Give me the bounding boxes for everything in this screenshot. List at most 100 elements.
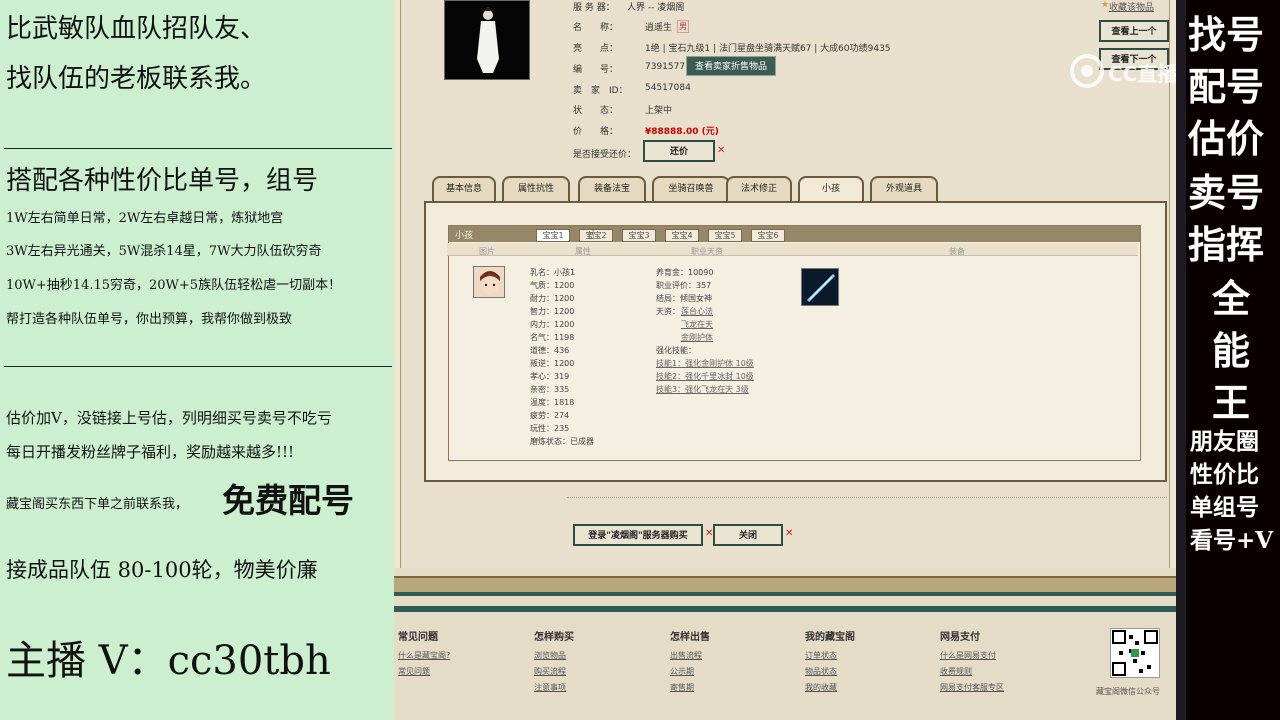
- right-text-4: 卖号: [1188, 170, 1265, 215]
- footer-stripe: [394, 606, 1176, 612]
- talent-gift-2[interactable]: 飞龙在天: [681, 319, 713, 330]
- attr-training-status: 磨炼状态：已成器: [530, 437, 594, 446]
- tab-spells[interactable]: 法术修正: [726, 176, 792, 201]
- subtab-baby-4[interactable]: 宝宝4: [665, 229, 699, 242]
- price-label: 价 格：: [573, 127, 619, 137]
- subtab-baby-3[interactable]: 宝宝3: [622, 229, 656, 242]
- footer-link[interactable]: 出售流程: [670, 650, 702, 661]
- footer-col3-title: 怎样出售: [670, 632, 710, 643]
- promo-line-6: 10W+抽秒14.15穷奇，20W+5族队伍轻松虐一切副本！: [6, 278, 342, 293]
- attr-playfulness: 玩性：235: [530, 424, 570, 433]
- right-text-6: 全: [1212, 276, 1251, 321]
- promo-line-7: 帮打造各种队伍单号，你出预算，我帮你做到极致: [6, 312, 293, 327]
- attr-filial: 孝心：319: [530, 372, 570, 381]
- qr-caption: 藏宝阁微信公众号: [1096, 687, 1160, 696]
- treasure-pavilion-page: 服 务 器： 人界 -- 凌烟阁 名 称： 逍遥生 男 亮 点： 1绝 | 宝石…: [394, 0, 1176, 720]
- subtab-baby-2[interactable]: 宝宝2: [579, 229, 613, 242]
- right-text-11: 单组号: [1190, 494, 1259, 521]
- child-section-title: 小孩: [455, 231, 474, 241]
- footer-link[interactable]: 注意事项: [534, 682, 566, 693]
- promo-line-10: 藏宝阁买东西下单之前联系我，: [6, 497, 189, 512]
- view-seller-items-button[interactable]: 查看卖家折售物品: [686, 56, 776, 76]
- footer-col2-title: 怎样购买: [534, 632, 574, 643]
- footer-link[interactable]: 什么是网易支付: [940, 650, 996, 661]
- character-figure-icon: [477, 7, 499, 73]
- attr-inner-power: 内力：1200: [530, 320, 575, 329]
- right-promo-panel: 找号 配号 估价 卖号 指挥 全 能 王 朋友圈 性价比 单组号 看号+V: [1176, 0, 1280, 720]
- equipment-slot[interactable]: [801, 268, 839, 306]
- footer-col1-title: 常见问题: [398, 632, 438, 643]
- attr-intimacy: 亲密：335: [530, 385, 570, 394]
- tab-equipment[interactable]: 装备法宝: [578, 176, 646, 201]
- footer-link[interactable]: 寄售期: [670, 682, 694, 693]
- divider: [4, 366, 392, 367]
- cc-watermark: CC直播: [1070, 54, 1176, 88]
- footer-link[interactable]: 物品状态: [805, 666, 837, 677]
- talent-ending: 结局：倾国女神: [656, 294, 712, 303]
- child-face-icon: [474, 267, 504, 297]
- favorite-link[interactable]: 收藏该物品: [1109, 0, 1154, 13]
- footer-link[interactable]: 常见问题: [398, 666, 430, 677]
- talent-skill-label: 强化技能：: [656, 346, 696, 355]
- tab-attributes[interactable]: 属性抗性: [502, 176, 570, 201]
- server-label: 服 务 器：: [573, 3, 615, 13]
- right-text-10: 性价比: [1190, 461, 1259, 488]
- site-footer: 常见问题 什么是藏宝阁? 常见问题 怎样购买 浏览物品 购买流程 注意事项 怎样…: [394, 568, 1176, 720]
- subtab-baby-1[interactable]: 宝宝1: [536, 229, 570, 242]
- tab-mounts-pets[interactable]: 坐骑召唤兽: [652, 176, 730, 201]
- sword-icon: [806, 273, 836, 303]
- login-purchase-button[interactable]: 登录"凌烟阁"服务器购买: [573, 524, 703, 546]
- close-button[interactable]: 关闭: [713, 524, 783, 546]
- bargain-button[interactable]: 还价: [643, 140, 715, 162]
- tab-appearance[interactable]: 外观道具: [870, 176, 938, 201]
- subtab-baby-6[interactable]: 宝宝6: [751, 229, 785, 242]
- right-text-2: 配号: [1188, 64, 1265, 109]
- talent-skill-3[interactable]: 技能3：强化飞龙在天 3级: [656, 384, 749, 395]
- child-avatar: [473, 266, 505, 298]
- promo-line-3: 搭配各种性价比单号，组号: [6, 166, 319, 196]
- promo-line-4: 1W左右简单日常，2W左右卓越日常，炼狱地宫: [6, 211, 284, 226]
- footer-link[interactable]: 公示期: [670, 666, 694, 677]
- footer-link[interactable]: 订单状态: [805, 650, 837, 661]
- talent-gift-1[interactable]: 莲台心法: [681, 306, 713, 317]
- attr-morality: 道德：436: [530, 346, 570, 355]
- subtab-baby-5[interactable]: 宝宝5: [708, 229, 742, 242]
- talent-skill-2[interactable]: 技能2：强化千里冰封 10级: [656, 371, 754, 382]
- prev-item-button[interactable]: 查看上一个: [1099, 20, 1169, 42]
- close-icon: ✕: [785, 528, 794, 539]
- attr-fatigue: 疲劳：274: [530, 411, 570, 420]
- footer-col4-title: 我的藏宝阁: [805, 632, 855, 643]
- right-text-1: 找号: [1188, 12, 1265, 57]
- attr-temperament: 气质：1200: [530, 281, 575, 290]
- cc-watermark-text: CC直播: [1108, 62, 1176, 86]
- right-text-7: 能: [1212, 328, 1251, 373]
- price-value: ¥88888.00 (元): [645, 127, 719, 137]
- tab-basic-info[interactable]: 基本信息: [432, 176, 496, 201]
- talent-skill-1[interactable]: 技能1：强化金刚护体 10级: [656, 358, 754, 369]
- right-text-12: 看号+V: [1190, 527, 1274, 554]
- attr-rebellion: 叛逆：1200: [530, 359, 575, 368]
- tab-child[interactable]: 小孩: [798, 176, 864, 201]
- code-value: 7391577: [645, 62, 686, 72]
- promo-line-1: 比武敏队血队招队友、: [6, 14, 267, 44]
- qr-code-icon: [1112, 630, 1158, 676]
- footer-link[interactable]: 什么是藏宝阁?: [398, 650, 450, 661]
- header-talent: 职业天资: [691, 247, 723, 256]
- footer-link[interactable]: 购买流程: [534, 666, 566, 677]
- footer-link[interactable]: 我的收藏: [805, 682, 837, 693]
- footer-col5-title: 网易支付: [940, 632, 980, 643]
- character-portrait: [444, 0, 530, 80]
- attr-stamina: 耐力：1200: [530, 294, 575, 303]
- footer-link[interactable]: 收费规则: [940, 666, 972, 677]
- talent-gift-3[interactable]: 金刚护体: [681, 332, 713, 343]
- highlight-label: 亮 点：: [573, 44, 619, 54]
- promo-free-match: 免费配号: [222, 481, 354, 520]
- cc-logo-icon: [1070, 54, 1104, 88]
- talent-gift-label: 天资：: [656, 307, 680, 316]
- name-label: 名 称：: [573, 23, 619, 33]
- attr-warmth: 温度：1818: [530, 398, 575, 407]
- footer-link[interactable]: 网易支付客服专区: [940, 682, 1004, 693]
- footer-link[interactable]: 浏览物品: [534, 650, 566, 661]
- attr-intellect: 智力：1200: [530, 307, 575, 316]
- talent-gold: 养育金：10090: [656, 268, 714, 277]
